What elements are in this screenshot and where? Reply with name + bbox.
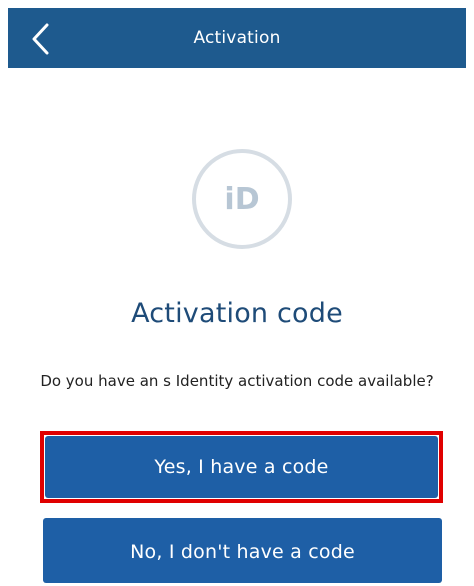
section-heading: Activation code — [131, 298, 343, 329]
top-app-bar: Activation — [8, 8, 466, 68]
page-title: Activation — [193, 28, 281, 48]
yes-have-code-button[interactable]: Yes, I have a code — [45, 436, 438, 498]
identity-logo-icon: iD — [192, 149, 292, 249]
no-code-button[interactable]: No, I don't have a code — [43, 518, 442, 583]
logo-text: iD — [224, 182, 259, 217]
question-text: Do you have an s Identity activation cod… — [40, 372, 434, 390]
